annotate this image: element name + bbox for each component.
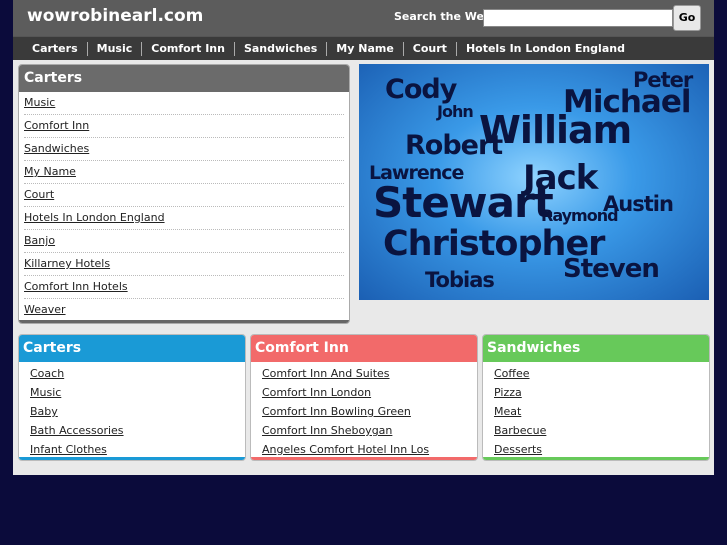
- go-button[interactable]: Go: [673, 5, 701, 31]
- nav-item-music[interactable]: Music: [86, 42, 142, 56]
- word-steven: Steven: [563, 254, 660, 284]
- carters-box: Carters Coach Music Baby Bath Accessorie…: [18, 334, 246, 461]
- word-cody: Cody: [385, 74, 457, 105]
- list-item[interactable]: Killarney Hotels: [24, 253, 344, 276]
- list-item[interactable]: Weaver: [24, 299, 344, 322]
- box-footer-bar: [251, 457, 477, 460]
- word-austin: Stewart: [373, 178, 554, 227]
- nav-item-comfort-inn[interactable]: Comfort Inn: [141, 42, 234, 56]
- search-label: Search the Web:: [394, 10, 497, 23]
- list-item[interactable]: Hotels In London England: [24, 207, 344, 230]
- list-item[interactable]: Meat: [494, 402, 709, 421]
- nav-item-court[interactable]: Court: [402, 42, 456, 56]
- site-title[interactable]: wowrobinearl.com: [27, 6, 203, 26]
- nav-item-sandwiches[interactable]: Sandwiches: [233, 42, 326, 56]
- box-title: Comfort Inn: [251, 335, 477, 362]
- nav-item-my-name[interactable]: My Name: [326, 42, 403, 56]
- name-word-cloud-image: Cody John Peter Michael William Robert L…: [359, 64, 709, 300]
- list-item[interactable]: Comfort Inn Sheboygan: [262, 421, 477, 440]
- list-item[interactable]: Pizza: [494, 383, 709, 402]
- word-tobias: Tobias: [425, 268, 495, 292]
- panel-footer-bar: [19, 320, 349, 323]
- carters-links-panel: Carters Music Comfort Inn Sandwiches My …: [18, 64, 350, 324]
- word-john: John: [437, 102, 474, 121]
- box-title: Carters: [19, 335, 245, 362]
- word-raymond: Raymond: [541, 206, 619, 225]
- search-input[interactable]: [483, 9, 673, 27]
- list-item[interactable]: Baby: [30, 402, 245, 421]
- list-item[interactable]: Sandwiches: [24, 138, 344, 161]
- box-footer-bar: [483, 457, 709, 460]
- list-item[interactable]: Court: [24, 184, 344, 207]
- list-item[interactable]: Music: [24, 92, 344, 115]
- nav-item-hotels-london[interactable]: Hotels In London England: [455, 42, 634, 56]
- list-item[interactable]: Comfort Inn London: [262, 383, 477, 402]
- list-item[interactable]: Comfort Inn Hotels: [24, 276, 344, 299]
- list-item[interactable]: Comfort Inn And Suites: [262, 364, 477, 383]
- word-robert: Robert: [405, 130, 503, 161]
- nav-item-carters[interactable]: Carters: [23, 42, 87, 56]
- list-item[interactable]: Coffee: [494, 364, 709, 383]
- list-item[interactable]: My Name: [24, 161, 344, 184]
- list-item[interactable]: Barbecue: [494, 421, 709, 440]
- sandwiches-box: Sandwiches Coffee Pizza Meat Barbecue De…: [482, 334, 710, 461]
- comfort-inn-box: Comfort Inn Comfort Inn And Suites Comfo…: [250, 334, 478, 461]
- main-content: Carters Music Comfort Inn Sandwiches My …: [13, 60, 714, 475]
- site-header: wowrobinearl.com Search the Web: Go: [13, 0, 714, 36]
- list-item[interactable]: Banjo: [24, 230, 344, 253]
- box-footer-bar: [19, 457, 245, 460]
- list-item[interactable]: Music: [30, 383, 245, 402]
- list-item[interactable]: Coach: [30, 364, 245, 383]
- top-nav: Carters Music Comfort Inn Sandwiches My …: [13, 36, 714, 61]
- list-item[interactable]: Comfort Inn Bowling Green: [262, 402, 477, 421]
- list-item[interactable]: Comfort Inn: [24, 115, 344, 138]
- panel-title: Carters: [19, 65, 349, 92]
- list-item[interactable]: Bath Accessories: [30, 421, 245, 440]
- box-title: Sandwiches: [483, 335, 709, 362]
